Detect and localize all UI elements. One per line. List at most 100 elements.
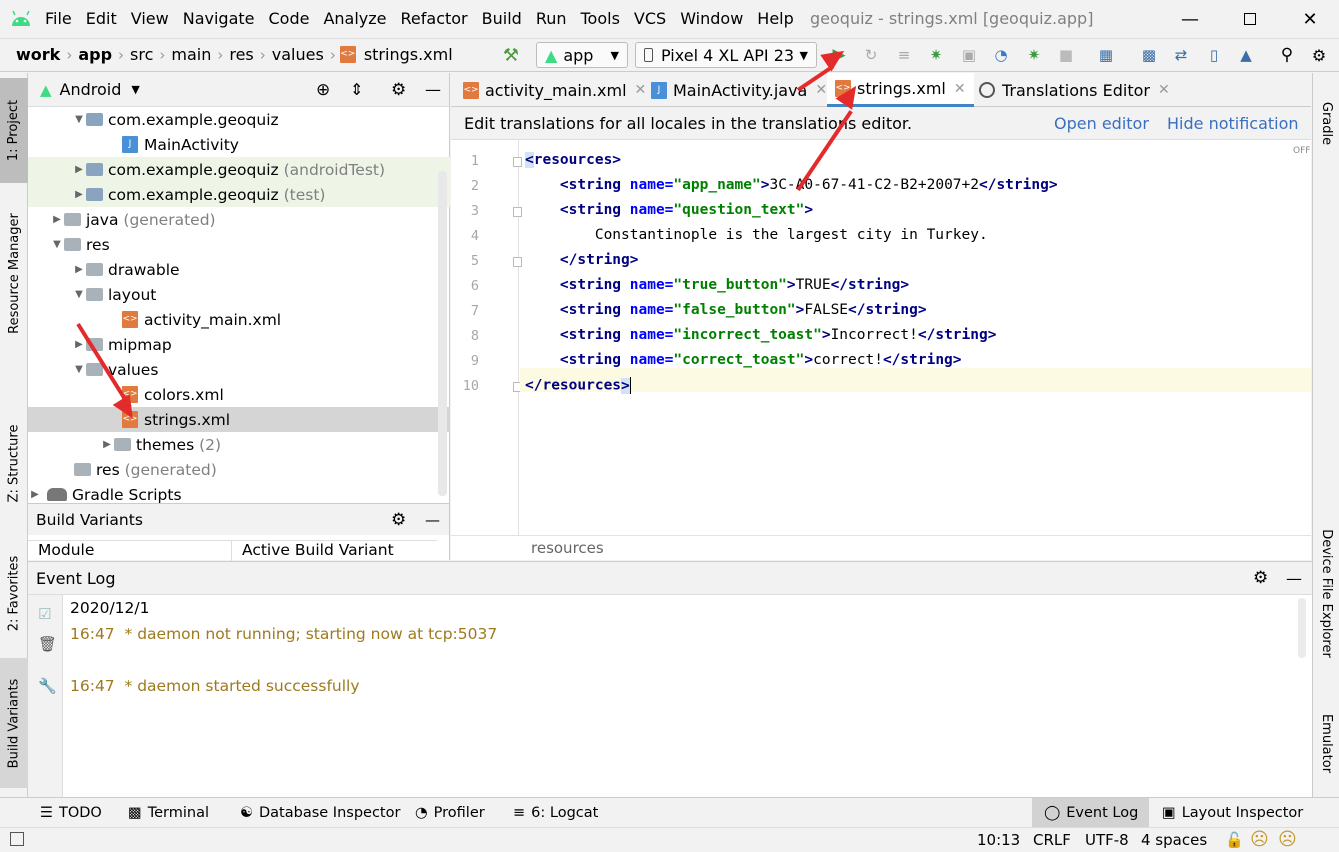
tree-item[interactable]: ▼ res [50, 232, 110, 257]
line-separator[interactable]: CRLF [1033, 831, 1071, 849]
tool-layout-inspector[interactable]: ▣ Layout Inspector [1162, 798, 1303, 828]
face-icon[interactable]: ☹ [1278, 829, 1297, 850]
menu-edit[interactable]: Edit [79, 9, 124, 28]
minimize-button[interactable]: — [1177, 6, 1203, 32]
tab-resource-manager[interactable]: Resource Manager [0, 198, 28, 348]
apply-changes-icon[interactable]: ↻ [860, 44, 882, 66]
close-icon[interactable]: ✕ [1158, 82, 1170, 98]
close-icon[interactable]: ✕ [815, 82, 827, 98]
open-editor-link[interactable]: Open editor [1054, 114, 1149, 133]
gear-icon[interactable]: ⚙ [391, 80, 406, 100]
event-log-scrollbar[interactable] [1298, 598, 1306, 658]
lock-icon[interactable]: 🔓 [1225, 831, 1244, 849]
profile-icon[interactable]: ◔ [990, 44, 1012, 66]
menu-help[interactable]: Help [750, 9, 800, 28]
tree-item[interactable]: ▶ themes (2) [100, 432, 221, 457]
menu-view[interactable]: View [124, 9, 176, 28]
file-encoding[interactable]: UTF-8 [1085, 831, 1129, 849]
caret-position[interactable]: 10:13 [977, 831, 1020, 849]
menu-tools[interactable]: Tools [574, 9, 627, 28]
close-window-button[interactable]: ✕ [1297, 6, 1323, 32]
wrench-icon[interactable]: 🔧 [38, 677, 57, 695]
menu-analyze[interactable]: Analyze [316, 9, 393, 28]
tree-item[interactable]: ▼ com.example.geoquiz [72, 107, 279, 132]
column-header-active-build-variant[interactable]: Active Build Variant [232, 541, 394, 561]
menu-vcs[interactable]: VCS [627, 9, 673, 28]
project-structure-icon[interactable]: ▦ [1095, 44, 1117, 66]
tool-todo[interactable]: ☰ TODO [40, 798, 102, 828]
tab-project[interactable]: 1: Project [0, 78, 28, 183]
menu-code[interactable]: Code [262, 9, 317, 28]
device-select[interactable]: Pixel 4 XL API 23 ▼ [635, 42, 817, 68]
settings-icon[interactable]: ⚙ [1308, 44, 1330, 66]
tree-item[interactable]: ▶ com.example.geoquiz (test) [28, 182, 450, 207]
hammer-build-icon[interactable]: ⚒ [500, 44, 522, 66]
tab-build-variants[interactable]: Build Variants [0, 658, 28, 788]
breadcrumb-strings-xml[interactable]: strings.xml [362, 45, 455, 64]
tab-activity-main-xml[interactable]: <> activity_main.xml ✕ [455, 73, 654, 107]
tool-event-log[interactable]: ◯ Event Log [1032, 798, 1149, 828]
tab-gradle[interactable]: Gradle [1313, 83, 1339, 163]
tab-translations-editor[interactable]: Translations Editor ✕ [971, 73, 1178, 107]
menu-build[interactable]: Build [475, 9, 529, 28]
tree-item[interactable]: ▶ com.example.geoquiz (androidTest) [28, 157, 450, 182]
mark-all-read-icon[interactable]: ☑ [38, 605, 51, 623]
menu-refactor[interactable]: Refactor [394, 9, 475, 28]
tab-emulator[interactable]: Emulator [1313, 698, 1339, 788]
hide-panel-icon[interactable]: — [425, 80, 441, 99]
tool-logcat[interactable]: ≡ 6: Logcat [513, 798, 598, 828]
breadcrumb-main[interactable]: main [169, 45, 213, 64]
breadcrumb-work[interactable]: work [14, 45, 62, 64]
sdk-manager-icon[interactable]: ▲ [1235, 44, 1257, 66]
locate-icon[interactable]: ⊕ [316, 80, 330, 100]
avd-manager-icon[interactable]: ▯ [1203, 44, 1225, 66]
breadcrumb-app[interactable]: app [76, 45, 114, 64]
editor-breadcrumb-resources[interactable]: resources [531, 539, 604, 557]
attach-debugger-icon[interactable]: ▣ [958, 44, 980, 66]
code-area[interactable]: <resources> <string name="app_name">3C-A… [451, 140, 1311, 535]
gear-icon[interactable]: ⚙ [391, 510, 406, 530]
apply-code-changes-icon[interactable]: ≡ [893, 44, 915, 66]
collapse-all-icon[interactable]: ⇕ [350, 80, 363, 99]
chevron-down-icon[interactable]: ▼ [131, 83, 139, 96]
tab-structure[interactable]: Z: Structure [0, 408, 28, 518]
project-view-select[interactable]: Android [60, 80, 122, 99]
hide-notification-link[interactable]: Hide notification [1167, 114, 1299, 133]
hide-panel-icon[interactable]: — [425, 511, 440, 529]
tool-terminal[interactable]: ▩ Terminal [128, 798, 209, 828]
column-header-module[interactable]: Module [28, 541, 232, 561]
stop-icon[interactable]: ■ [1055, 44, 1077, 66]
tree-item[interactable]: ▼ values [72, 357, 158, 382]
sync-gradle-icon[interactable]: ⇄ [1170, 44, 1192, 66]
terminal-window-icon[interactable]: ▩ [1138, 44, 1160, 66]
tree-item-selected[interactable]: <> strings.xml [28, 407, 450, 432]
trash-icon[interactable]: 🗑 [38, 635, 57, 653]
attach-process-icon[interactable]: ✷ [1023, 44, 1045, 66]
maximize-button[interactable] [1237, 6, 1263, 32]
tree-item[interactable]: <> colors.xml [122, 382, 224, 407]
breadcrumb-res[interactable]: res [227, 45, 255, 64]
toggle-tool-windows-icon[interactable] [10, 832, 24, 846]
face-icon[interactable]: ☹ [1250, 829, 1269, 850]
tool-profiler[interactable]: ◔ Profiler [415, 798, 485, 828]
tab-mainactivity-java[interactable]: J MainActivity.java ✕ [643, 73, 835, 107]
menu-file[interactable]: File [38, 9, 79, 28]
hide-panel-icon[interactable]: — [1286, 569, 1302, 588]
tree-item[interactable]: res (generated) [74, 457, 217, 482]
menu-window[interactable]: Window [673, 9, 750, 28]
breadcrumb-values[interactable]: values [270, 45, 326, 64]
run-config-select[interactable]: ▲ app ▼ [536, 42, 628, 68]
debug-icon[interactable]: ✷ [925, 44, 947, 66]
tree-item[interactable]: ▶ Gradle Scripts [28, 482, 181, 504]
tree-scrollbar[interactable] [438, 171, 447, 496]
indent-setting[interactable]: 4 spaces [1141, 831, 1207, 849]
tool-database-inspector[interactable]: ☯ Database Inspector [240, 798, 400, 828]
tab-favorites[interactable]: 2: Favorites [0, 538, 28, 648]
tree-item[interactable]: ▼ layout [72, 282, 156, 307]
tab-device-file-explorer[interactable]: Device File Explorer [1313, 518, 1339, 668]
gear-icon[interactable]: ⚙ [1253, 568, 1268, 588]
menu-navigate[interactable]: Navigate [176, 9, 262, 28]
tree-item[interactable]: <> activity_main.xml [122, 307, 281, 332]
tree-item[interactable]: ▶ java (generated) [50, 207, 215, 232]
menu-run[interactable]: Run [529, 9, 574, 28]
